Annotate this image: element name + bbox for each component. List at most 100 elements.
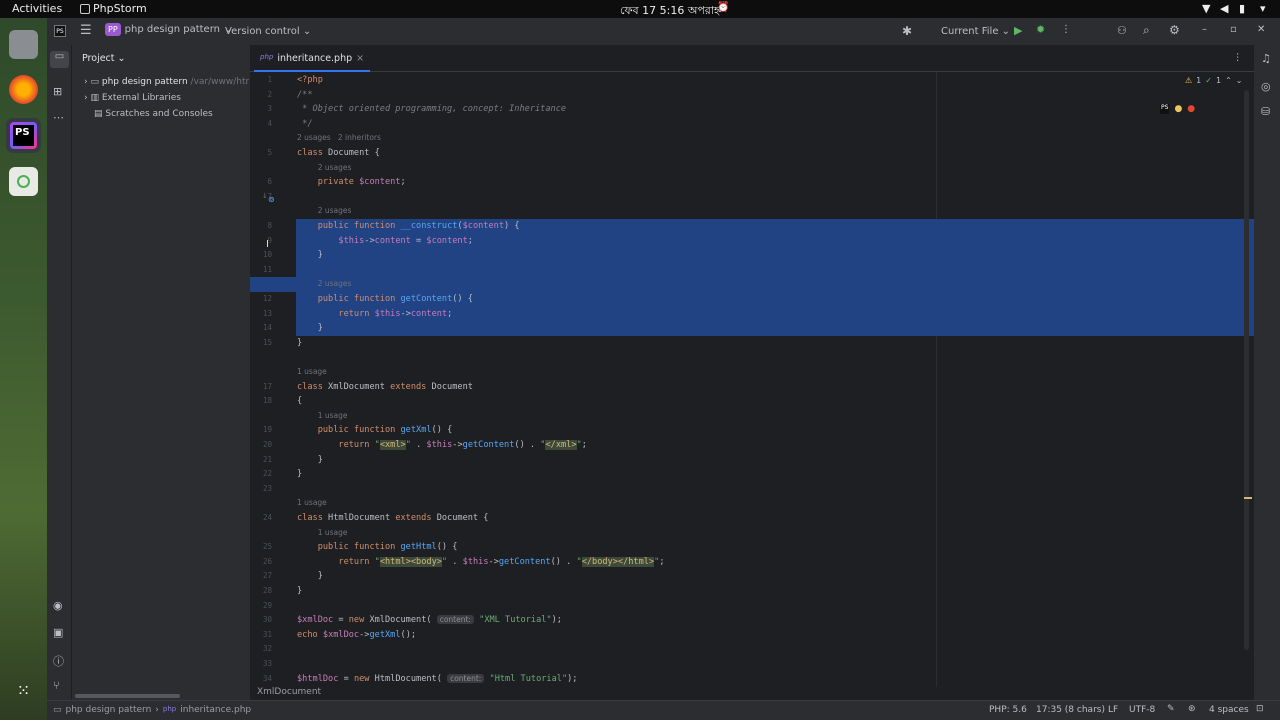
- more-tools-icon[interactable]: ⋯: [53, 111, 64, 124]
- line-number[interactable]: 2: [250, 88, 272, 103]
- project-selector[interactable]: PP php design pattern ⌄: [105, 23, 232, 36]
- project-tool-folder-icon[interactable]: ▭: [50, 51, 69, 68]
- run-config-selector[interactable]: Current File ⌄: [941, 26, 1010, 37]
- structure-icon[interactable]: ⊞: [53, 85, 62, 98]
- line-number[interactable]: 24: [250, 511, 272, 526]
- volume-icon[interactable]: ◀: [1220, 2, 1228, 15]
- line-number[interactable]: 14: [250, 321, 296, 336]
- override-gutter-icon[interactable]: ⊚: [268, 195, 275, 204]
- caret-position[interactable]: 17:35 (8 chars): [1036, 705, 1105, 715]
- code-line[interactable]: 32: [250, 642, 1254, 657]
- database-icon[interactable]: ⛁: [1261, 105, 1270, 118]
- trash-icon[interactable]: [9, 167, 38, 196]
- code-line[interactable]: 8 public function __construct($content) …: [250, 219, 1254, 234]
- breadcrumb-class[interactable]: XmlDocument: [257, 687, 321, 697]
- code-line[interactable]: 3 * Object oriented programming, concept…: [250, 102, 1254, 117]
- debug-bug-icon[interactable]: ✱: [902, 24, 912, 38]
- line-number[interactable]: 28: [250, 584, 272, 599]
- firefox-icon[interactable]: [9, 75, 38, 104]
- code-line[interactable]: 29: [250, 599, 1254, 614]
- line-number[interactable]: 33: [250, 657, 272, 672]
- code-line[interactable]: 9 $this->content = $content;: [250, 233, 1254, 249]
- code-line[interactable]: 5 class Document {: [250, 146, 1254, 161]
- settings-gear-icon[interactable]: ⚙: [1169, 23, 1180, 37]
- line-number[interactable]: 25: [250, 540, 272, 555]
- line-number[interactable]: 17: [250, 380, 272, 395]
- line-number[interactable]: 8: [250, 219, 296, 234]
- code-line[interactable]: 31 echo $xmlDoc->getXml();: [250, 628, 1254, 643]
- code-line[interactable]: 24 class HtmlDocument extends Document {: [250, 511, 1254, 526]
- horizontal-scrollbar[interactable]: [75, 694, 180, 698]
- line-number[interactable]: 21: [250, 453, 272, 468]
- code-line[interactable]: 26 return "<html><body>" . $this->getCon…: [250, 555, 1254, 570]
- notifications-bell-icon[interactable]: ♫: [1261, 52, 1271, 65]
- ai-assistant-icon[interactable]: ◎: [1261, 80, 1271, 93]
- code-line[interactable]: 4 */: [250, 117, 1254, 132]
- code-line[interactable]: 28}: [250, 584, 1254, 599]
- code-line[interactable]: 1 <?php: [250, 73, 1254, 88]
- battery-icon[interactable]: ▮: [1239, 2, 1245, 15]
- code-line[interactable]: 2 usages: [250, 277, 1254, 292]
- services-run-icon[interactable]: ◉: [53, 599, 63, 612]
- code-line[interactable]: 2 usages: [250, 204, 1254, 219]
- code-line[interactable]: 11: [250, 262, 1254, 278]
- code-line[interactable]: 21 }: [250, 453, 1254, 468]
- code-line[interactable]: 33: [250, 657, 1254, 672]
- terminal-icon[interactable]: ▣: [53, 626, 63, 639]
- tab-inheritance-php[interactable]: php inheritance.php ×: [254, 45, 371, 72]
- php-language-level[interactable]: PHP: 5.6: [989, 705, 1027, 715]
- code-line[interactable]: 1 usage: [250, 526, 1254, 541]
- app-menu[interactable]: PhpStorm: [93, 2, 147, 15]
- activities-button[interactable]: Activities: [12, 2, 62, 15]
- line-number[interactable]: 32: [250, 642, 272, 657]
- readonly-toggle-icon[interactable]: ✎: [1167, 704, 1175, 714]
- code-line[interactable]: [250, 350, 1254, 365]
- code-line[interactable]: 1 usage: [250, 409, 1254, 424]
- system-menu-icon[interactable]: ▾: [1260, 2, 1266, 15]
- run-icon[interactable]: ▶: [1014, 24, 1022, 37]
- code-line[interactable]: 10 }: [250, 248, 1254, 263]
- line-number[interactable]: 23: [250, 482, 272, 497]
- show-apps-icon[interactable]: ⁙: [9, 681, 38, 710]
- wifi-icon[interactable]: ▼: [1202, 2, 1210, 15]
- minimize-icon[interactable]: –: [1202, 24, 1207, 35]
- code-line[interactable]: 34 $htmlDoc = new HtmlDocument( content: …: [250, 672, 1254, 687]
- files-icon[interactable]: [9, 30, 38, 59]
- maximize-icon[interactable]: ▫: [1230, 24, 1237, 35]
- line-number[interactable]: 15: [250, 336, 272, 351]
- line-number[interactable]: 27: [250, 569, 272, 584]
- debug-icon[interactable]: ✹: [1036, 23, 1045, 36]
- code-line[interactable]: 18 {: [250, 394, 1254, 409]
- code-line[interactable]: 2 usages: [250, 161, 1254, 176]
- code-line[interactable]: 6 private $content;: [250, 175, 1254, 190]
- line-number[interactable]: 10: [250, 248, 296, 263]
- crumb-file[interactable]: inheritance.php: [180, 705, 251, 715]
- line-number[interactable]: 12: [250, 292, 296, 307]
- line-number[interactable]: 6: [250, 175, 272, 190]
- implemented-gutter-icon[interactable]: ↓: [262, 192, 268, 200]
- lock-icon[interactable]: ⊡: [1256, 704, 1264, 714]
- vertical-scrollbar[interactable]: [1244, 90, 1249, 650]
- tree-item-project-root[interactable]: › ▭ php design pattern /var/www/htr: [84, 77, 250, 87]
- line-number[interactable]: 9: [250, 233, 296, 249]
- line-number[interactable]: 13: [250, 306, 296, 322]
- problems-icon[interactable]: ⓘ: [53, 653, 64, 669]
- line-number[interactable]: 31: [250, 628, 272, 643]
- add-user-icon[interactable]: ⚇: [1117, 24, 1127, 37]
- indent-setting[interactable]: 4 spaces: [1209, 705, 1249, 715]
- code-line[interactable]: 27 }: [250, 569, 1254, 584]
- code-line[interactable]: 19 public function getXml() {: [250, 423, 1254, 438]
- code-line[interactable]: 15}: [250, 336, 1254, 351]
- line-number[interactable]: 29: [250, 599, 272, 614]
- line-number[interactable]: 5: [250, 146, 272, 161]
- code-line[interactable]: 30 $xmlDoc = new XmlDocument( content: "X…: [250, 613, 1254, 628]
- crumb-project[interactable]: php design pattern: [66, 705, 152, 715]
- code-line[interactable]: 13 return $this->content;: [250, 306, 1254, 322]
- code-line[interactable]: 2 usages 2 inheritors: [250, 131, 1254, 146]
- line-number[interactable]: 34: [250, 672, 272, 687]
- main-menu-icon[interactable]: ☰: [80, 24, 92, 37]
- line-number[interactable]: 1: [250, 73, 272, 88]
- code-line[interactable]: 14 }: [250, 321, 1254, 336]
- close-icon[interactable]: ✕: [1257, 24, 1265, 35]
- code-line[interactable]: 12 public function getContent() {: [250, 292, 1254, 307]
